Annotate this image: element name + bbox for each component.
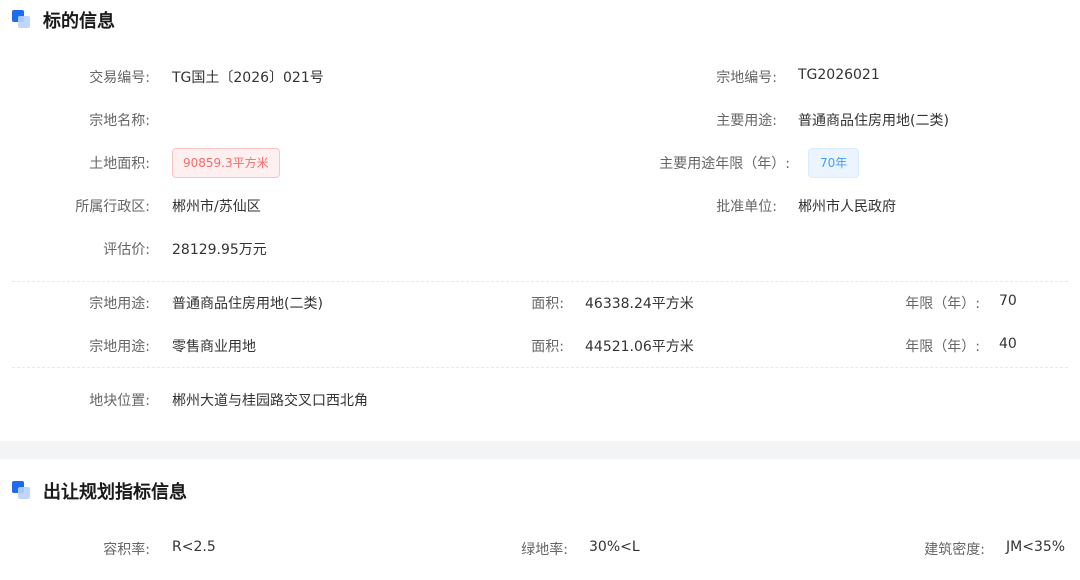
area-label: 面积: <box>531 296 564 312</box>
main-use-label: 主要用途: <box>716 113 777 129</box>
district-label: 所属行政区: <box>75 199 150 215</box>
location-label: 地块位置: <box>89 393 150 409</box>
density-label: 建筑密度: <box>924 542 985 558</box>
use-label: 宗地用途: <box>89 339 150 355</box>
green-ratio-value: 30%<L <box>589 539 640 555</box>
parcel-name-label: 宗地名称: <box>89 113 150 129</box>
main-use-term-label: 主要用途年限（年）: <box>659 156 790 172</box>
land-area-label: 土地面积: <box>89 156 150 172</box>
far-value: R<2.5 <box>172 539 216 555</box>
divider <box>12 367 1068 368</box>
green-ratio-label: 绿地率: <box>521 542 568 558</box>
section-title: 标的信息 <box>43 11 115 32</box>
main-use-value: 普通商品住房用地(二类) <box>798 113 949 129</box>
parcel-no-value: TG2026021 <box>798 67 880 83</box>
planning-indicators-header: 出让规划指标信息 <box>12 477 187 505</box>
main-use-term-tag: 70年 <box>808 148 860 178</box>
area-value: 46338.24平方米 <box>585 296 694 312</box>
use-label: 宗地用途: <box>89 296 150 312</box>
parcel-no-label: 宗地编号: <box>716 70 777 86</box>
target-info-section: 标的信息 交易编号: TG国土〔2026〕021号 宗地编号: TG202602… <box>0 0 1080 441</box>
far-label: 容积率: <box>103 542 150 558</box>
approver-value: 郴州市人民政府 <box>798 199 896 215</box>
target-info-header: 标的信息 <box>12 6 115 34</box>
use-value: 零售商业用地 <box>172 339 256 355</box>
area-label: 面积: <box>531 339 564 355</box>
location-value: 郴州大道与桂园路交叉口西北角 <box>172 393 368 409</box>
area-value: 44521.06平方米 <box>585 339 694 355</box>
divider <box>12 281 1068 282</box>
appraisal-value: 28129.95万元 <box>172 242 267 258</box>
term-label: 年限（年）: <box>905 339 980 355</box>
term-value: 40 <box>999 336 1017 352</box>
district-value: 郴州市/苏仙区 <box>172 199 261 215</box>
approver-label: 批准单位: <box>716 199 777 215</box>
term-label: 年限（年）: <box>905 296 980 312</box>
trade-no-value: TG国土〔2026〕021号 <box>172 70 324 86</box>
term-value: 70 <box>999 293 1017 309</box>
use-value: 普通商品住房用地(二类) <box>172 296 323 312</box>
land-area-tag: 90859.3平方米 <box>172 148 280 178</box>
appraisal-label: 评估价: <box>103 242 150 258</box>
density-value: JM<35% <box>1006 539 1066 555</box>
trade-no-label: 交易编号: <box>89 70 150 86</box>
section-title: 出让规划指标信息 <box>43 482 187 503</box>
section-separator <box>0 441 1080 459</box>
section-icon <box>12 481 32 501</box>
planning-indicators-section: 出让规划指标信息 容积率: R<2.5 绿地率: 30%<L 建筑密度: JM<… <box>0 459 1080 580</box>
section-icon <box>12 10 32 30</box>
